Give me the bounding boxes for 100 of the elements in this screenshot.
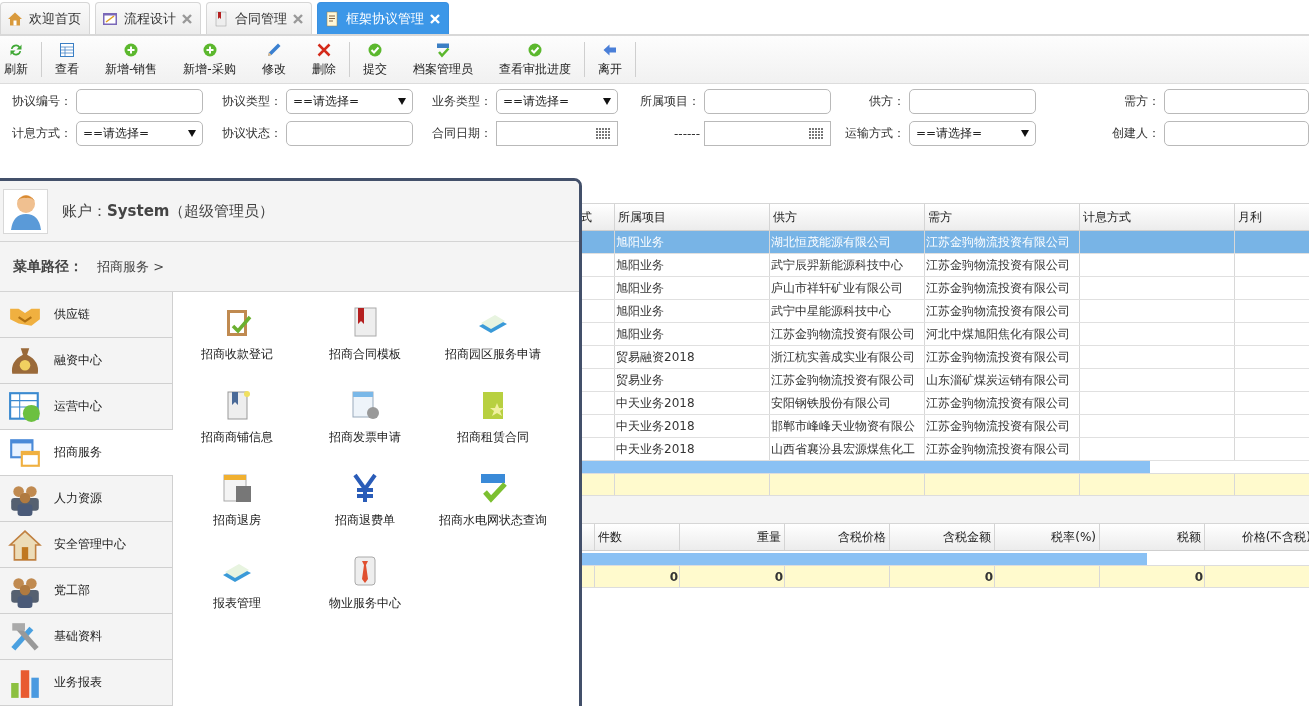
toolbar-button[interactable]: 提交	[349, 36, 400, 83]
category-label: 党工部	[54, 582, 90, 599]
menu-item[interactable]: 报表管理	[173, 555, 301, 638]
menu-item[interactable]: 物业服务中心	[301, 555, 429, 638]
column-header[interactable]: 件数	[595, 524, 680, 550]
pencil-icon	[265, 41, 282, 58]
menu-item[interactable]: 招商退房	[173, 472, 301, 555]
menu-item[interactable]: 招商发票申请	[301, 389, 429, 472]
field-label: 合同日期：	[431, 125, 493, 142]
toolbar-button[interactable]: 离开	[584, 36, 635, 83]
table-cell: 旭阳业务	[615, 277, 770, 299]
caret-icon	[188, 130, 196, 137]
date-field[interactable]	[496, 121, 618, 146]
toolbar-button[interactable]: 档案管理员	[399, 36, 486, 83]
input-field[interactable]	[1164, 89, 1309, 114]
select-field[interactable]: ==请选择=	[496, 89, 618, 114]
menu-category[interactable]: 供应链	[0, 292, 172, 338]
column-header[interactable]: 月利	[1235, 204, 1309, 230]
menu-category[interactable]: 融资中心	[0, 338, 172, 384]
menu-item-label: 招商水电网状态查询	[439, 512, 547, 529]
menu-item[interactable]: 招商商铺信息	[173, 389, 301, 472]
tab[interactable]: 流程设计	[95, 2, 201, 34]
input-field[interactable]	[704, 89, 831, 114]
table-cell: 江苏金驹物流投资有限公司	[925, 231, 1080, 253]
toolbar-button[interactable]: 查看审批进度	[485, 36, 584, 83]
menu-item-label: 物业服务中心	[329, 595, 401, 612]
toolbar-button[interactable]: 新增-采购	[170, 36, 249, 83]
tab-label: 流程设计	[124, 9, 176, 28]
toolbar-button[interactable]: 查看	[42, 36, 92, 83]
menu-item-label: 招商园区服务申请	[445, 346, 541, 363]
menu-item[interactable]: 招商水电网状态查询	[429, 472, 557, 555]
table-cell: 0	[890, 566, 995, 587]
select-field[interactable]: ==请选择=	[909, 121, 1036, 146]
column-header[interactable]: 税额	[1100, 524, 1205, 550]
table-cell: 江苏金驹物流投资有限公司	[925, 277, 1080, 299]
menu-category[interactable]: 运营中心	[0, 384, 172, 430]
date-field[interactable]	[704, 121, 831, 146]
menu-category[interactable]: 安全管理中心	[0, 522, 172, 568]
table-cell: 江苏金驹物流投资有限公司	[925, 415, 1080, 437]
plus-icon	[123, 41, 140, 58]
column-header[interactable]: 重量	[680, 524, 785, 550]
document-icon	[213, 10, 229, 27]
category-label: 人力资源	[54, 490, 102, 507]
menu-item[interactable]: 招商收款登记	[173, 306, 301, 389]
menu-category[interactable]: 招商服务	[0, 430, 173, 476]
tab[interactable]: 欢迎首页	[0, 2, 90, 34]
menu-item[interactable]: 招商园区服务申请	[429, 306, 557, 389]
table-cell: 旭阳业务	[615, 231, 770, 253]
close-icon[interactable]	[293, 13, 303, 24]
calendar-icon	[596, 127, 611, 140]
menu-item[interactable]: 招商租赁合同	[429, 389, 557, 472]
input-field[interactable]	[286, 121, 413, 146]
column-header[interactable]: 需方	[925, 204, 1080, 230]
table-cell: 中天业务2018	[615, 392, 770, 414]
refresh-icon	[8, 41, 24, 58]
toolbar-button[interactable]: 新增-销售	[92, 36, 171, 83]
menu-item[interactable]: 招商合同模板	[301, 306, 429, 389]
table-cell: 邯郸市峰峰天业物资有限公	[770, 415, 925, 437]
field-label: 运输方式：	[844, 125, 906, 142]
check-icon	[526, 41, 543, 58]
category-label: 供应链	[54, 306, 90, 323]
menu-category[interactable]: 人力资源	[0, 476, 172, 522]
column-header[interactable]: 供方	[770, 204, 925, 230]
select-field[interactable]: ==请选择=	[286, 89, 413, 114]
field-label: 供方：	[868, 93, 906, 110]
select-field[interactable]: ==请选择=	[76, 121, 203, 146]
table-cell: 江苏金驹物流投资有限公司	[925, 392, 1080, 414]
menu-item[interactable]: 招商退费单	[301, 472, 429, 555]
column-header[interactable]: 含税金额	[890, 524, 995, 550]
close-icon[interactable]	[182, 13, 192, 24]
category-label: 运营中心	[54, 398, 102, 415]
menu-category[interactable]: 党工部	[0, 568, 172, 614]
table-cell: 江苏金驹物流投资有限公司	[770, 323, 925, 345]
toolbar-button[interactable]: 修改	[248, 36, 299, 83]
toolbar-button[interactable]: 刷新	[0, 36, 41, 83]
table-cell: 旭阳业务	[615, 300, 770, 322]
table-cell: 庐山市祥轩矿业有限公司	[770, 277, 925, 299]
table-cell: 武宁辰羿新能源科技中心	[770, 254, 925, 276]
field-label: ------	[673, 126, 701, 141]
input-field[interactable]	[1164, 121, 1309, 146]
table-cell: 0	[1100, 566, 1205, 587]
field-label: 创建人：	[1111, 125, 1161, 142]
toolbar-button[interactable]: 删除	[298, 36, 349, 83]
tab[interactable]: 合同管理	[206, 2, 312, 34]
caret-icon	[398, 98, 406, 105]
tab-label: 合同管理	[235, 9, 287, 28]
category-label: 融资中心	[54, 352, 102, 369]
menu-category[interactable]: 业务报表	[0, 660, 172, 706]
column-header[interactable]: 含税价格	[785, 524, 890, 550]
plus-icon	[201, 41, 218, 58]
breadcrumb-link[interactable]: 招商服务 >	[97, 257, 165, 276]
column-header[interactable]: 所属项目	[615, 204, 770, 230]
column-header[interactable]: 计息方式	[1080, 204, 1235, 230]
table-cell: 中天业务2018	[615, 415, 770, 437]
input-field[interactable]	[76, 89, 203, 114]
table-cell: 贸易融资2018	[615, 346, 770, 368]
column-header[interactable]: 税率(%)	[995, 524, 1100, 550]
menu-category[interactable]: 基础资料	[0, 614, 172, 660]
input-field[interactable]	[909, 89, 1036, 114]
menu-item-label: 招商退房	[213, 512, 261, 529]
